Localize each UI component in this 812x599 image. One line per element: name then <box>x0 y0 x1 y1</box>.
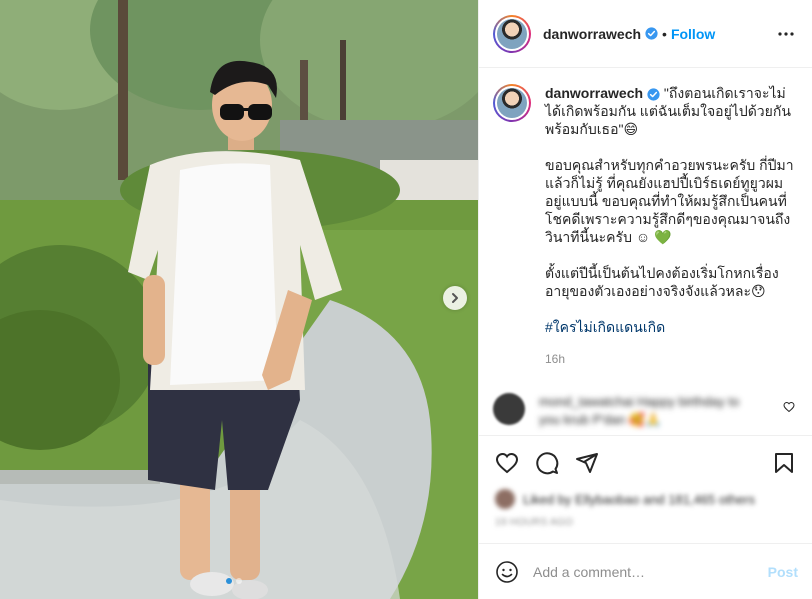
carousel-dot-active <box>226 578 232 584</box>
follow-button[interactable]: Follow <box>671 26 715 42</box>
avatar-border <box>495 16 529 51</box>
caption-avatar[interactable] <box>493 84 531 122</box>
bookmark-icon <box>775 452 793 473</box>
caption-avatar-image <box>497 88 527 118</box>
next-arrow-icon <box>452 293 458 303</box>
avatar-image <box>497 18 527 49</box>
liker-avatar <box>495 489 515 509</box>
emoji-button[interactable] <box>493 558 521 586</box>
verified-icon <box>647 88 660 101</box>
share-icon <box>576 452 598 473</box>
instagram-post: danworrawech • Follow danworrawech "ถึงต… <box>0 0 812 599</box>
post-side-panel: danworrawech • Follow danworrawech "ถึงต… <box>478 0 812 599</box>
next-slide-button[interactable] <box>443 286 467 310</box>
verified-icon <box>645 27 658 40</box>
caption: danworrawech "ถึงตอนเกิดเราจะไม่ได้เกิดพ… <box>493 84 798 368</box>
likes-row[interactable]: Liked by Ellybaobao and 181,465 others <box>495 489 796 509</box>
caption-paragraph-2: ขอบคุณสำหรับทุกคำอวยพรนะครับ กี่ปีมาแล้ว… <box>545 157 794 245</box>
comment-item: mond_tawatchai Happy birthday to you kru… <box>493 393 799 429</box>
post-comment-button[interactable]: Post <box>768 564 798 580</box>
caption-paragraph-1: danworrawech "ถึงตอนเกิดเราจะไม่ได้เกิดพ… <box>545 84 797 138</box>
comment-heart-icon[interactable] <box>783 401 795 413</box>
like-button[interactable] <box>491 447 523 479</box>
caption-body: danworrawech "ถึงตอนเกิดเราจะไม่ได้เกิดพ… <box>545 84 797 368</box>
more-icon <box>778 31 794 36</box>
carousel-indicator <box>226 578 242 584</box>
likes-section: Liked by Ellybaobao and 181,465 others 1… <box>479 489 812 543</box>
likes-text: Liked by Ellybaobao and 181,465 others <box>523 491 756 507</box>
header-separator: • <box>662 25 667 42</box>
post-header: danworrawech • Follow <box>479 0 812 68</box>
caption-paragraph-3: ตั้งแต่ปีนี้เป็นต้นไปคงต้องเริ่มโกหกเรื่… <box>545 265 779 299</box>
carousel-dot <box>236 578 242 584</box>
add-comment-bar: Post <box>479 543 812 599</box>
caption-hashtag[interactable]: #ใครไม่เกิดแดนเกิด <box>545 318 797 336</box>
comment-text: mond_tawatchai Happy birthday to you kru… <box>539 394 740 427</box>
header-username[interactable]: danworrawech <box>543 26 641 42</box>
comments-section[interactable]: danworrawech "ถึงตอนเกิดเราจะไม่ได้เกิดพ… <box>479 68 812 435</box>
caption-avatar-border <box>495 86 529 120</box>
share-button[interactable] <box>571 447 603 479</box>
avatar[interactable] <box>493 14 531 53</box>
save-button[interactable] <box>768 447 800 479</box>
caption-timestamp[interactable]: 16h <box>545 350 797 368</box>
comment-button[interactable] <box>531 447 563 479</box>
caption-username[interactable]: danworrawech <box>545 85 643 101</box>
post-photo[interactable] <box>0 0 478 599</box>
comment-icon <box>536 451 559 474</box>
more-options-button[interactable] <box>774 22 798 46</box>
post-date: 19 HOURS AGO <box>495 517 574 528</box>
action-bar <box>479 435 812 489</box>
photo-scene <box>0 0 478 599</box>
commenter-avatar[interactable] <box>493 393 525 425</box>
heart-icon <box>495 452 519 473</box>
emoji-icon <box>496 560 518 583</box>
comment-input[interactable] <box>533 563 768 580</box>
